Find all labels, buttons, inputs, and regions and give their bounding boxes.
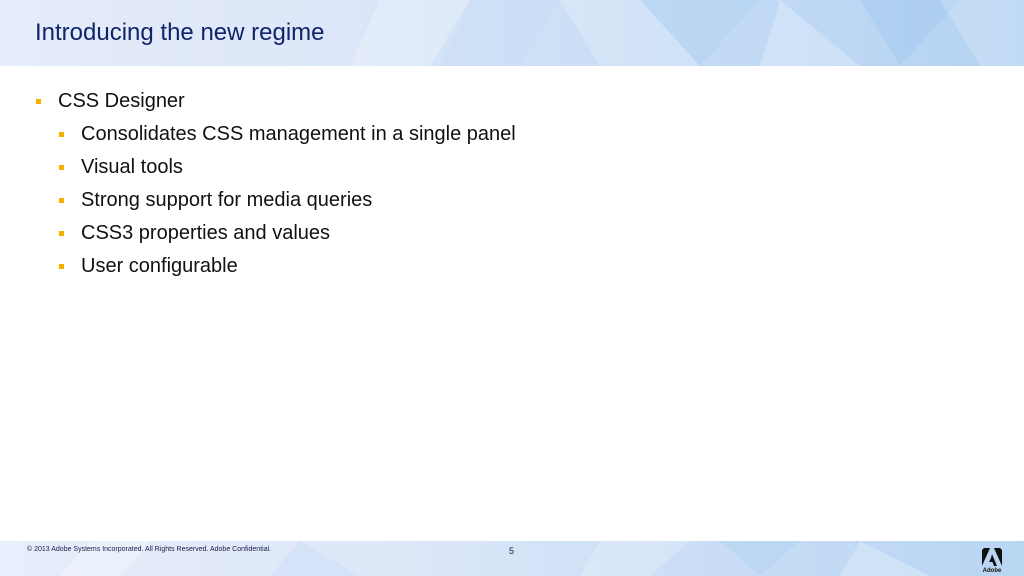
sub-bullet-item: Strong support for media queries [59,188,516,221]
slide-header: Introducing the new regime [0,0,1024,66]
bullet-text: CSS Designer [58,90,185,112]
bullet-marker [59,165,64,170]
sub-bullet-item: User configurable [59,254,516,287]
sub-bullet-text: Visual tools [81,156,183,178]
bullet-marker [59,132,64,137]
adobe-logo-icon: Adobe [980,548,1004,574]
bullet-marker [36,99,41,104]
sub-bullet-item: Consolidates CSS management in a single … [59,122,516,155]
sub-bullet-item: CSS3 properties and values [59,221,516,254]
bullet-marker [59,264,64,269]
logo-text: Adobe [982,568,1002,574]
slide-footer: © 2013 Adobe Systems Incorporated. All R… [0,541,1024,576]
copyright-text: © 2013 Adobe Systems Incorporated. All R… [27,546,272,553]
sub-bullet-text: User configurable [81,255,238,277]
sub-bullet-list: Consolidates CSS management in a single … [59,122,516,287]
slide-title: Introducing the new regime [35,19,325,46]
page-number: 5 [509,546,515,556]
bullet-marker [59,198,64,203]
sub-bullet-text: Consolidates CSS management in a single … [81,123,516,145]
bullet-css-designer: CSS Designer [36,89,185,113]
bullet-marker [59,231,64,236]
sub-bullet-text: Strong support for media queries [81,189,373,211]
sub-bullet-text: CSS3 properties and values [81,222,331,244]
sub-bullet-item: Visual tools [59,155,516,188]
